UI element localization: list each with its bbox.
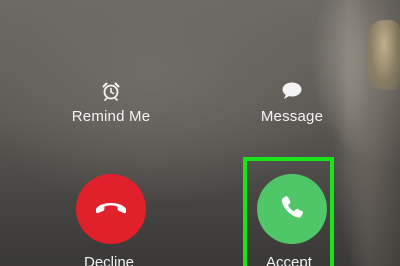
remind-me-button[interactable]: Remind Me (68, 80, 154, 125)
message-button[interactable]: Message (250, 80, 334, 125)
decline-button[interactable] (76, 174, 146, 244)
hang-up-phone-icon (94, 199, 128, 220)
message-label: Message (260, 108, 324, 125)
speech-bubble-icon (281, 80, 303, 102)
accept-highlight-box (243, 157, 334, 266)
remind-me-label: Remind Me (71, 108, 151, 125)
incoming-call-screen: Remind Me Message Decline Accept (0, 0, 400, 266)
decline-label: Decline (84, 254, 135, 266)
alarm-clock-icon (100, 80, 122, 102)
background-figure (368, 20, 400, 90)
